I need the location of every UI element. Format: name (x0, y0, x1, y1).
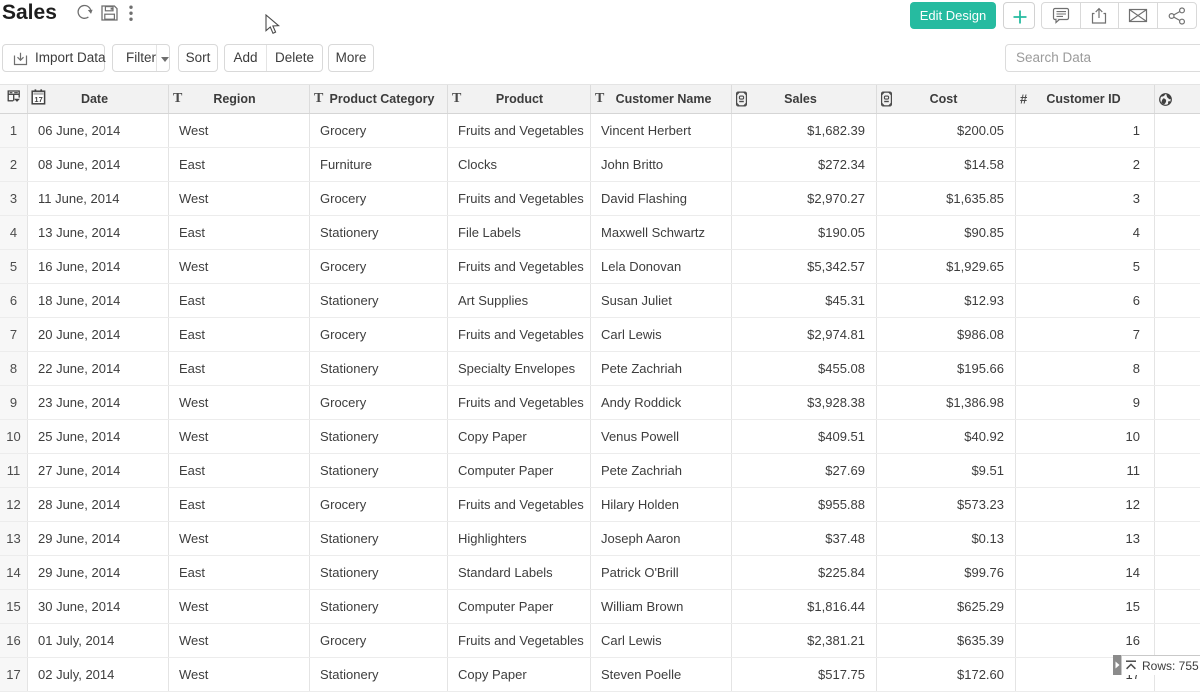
svg-text:17: 17 (34, 95, 42, 104)
